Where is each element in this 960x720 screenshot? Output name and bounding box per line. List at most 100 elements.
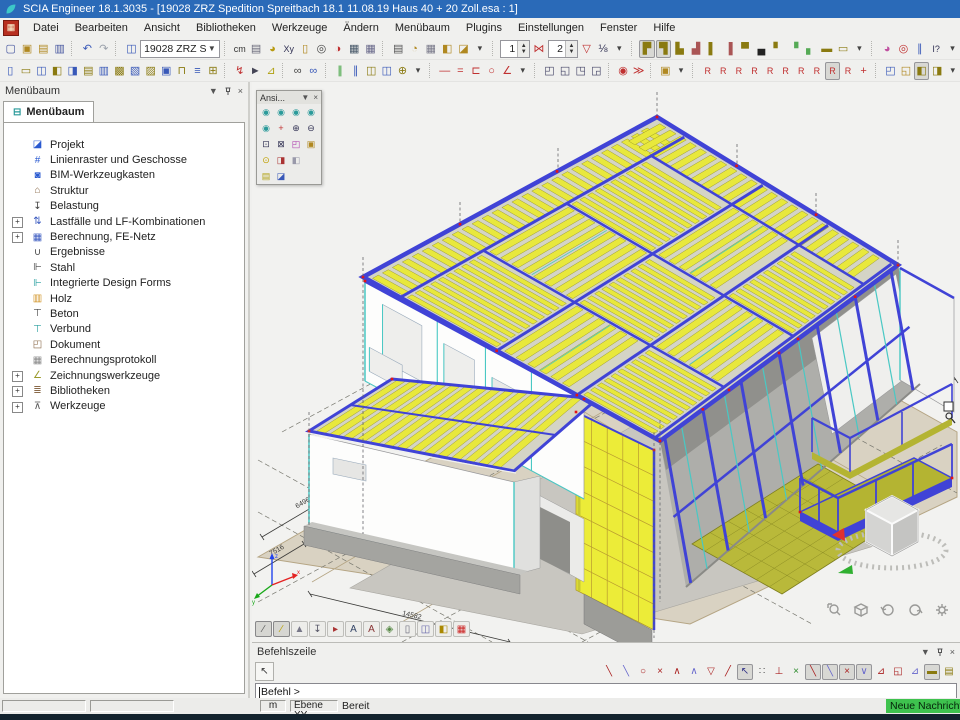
more-arrow-icon[interactable]: ▾ [945, 62, 960, 80]
sidebar-item-linienraster-und-geschosse[interactable]: #Linienraster und Geschosse [4, 152, 244, 167]
snap-quadrant-icon[interactable]: ⊿ [907, 664, 923, 680]
flag-edit-pen-icon[interactable]: ∕ [273, 621, 290, 637]
panel-close-icon[interactable]: × [950, 647, 955, 657]
cursor-snap-icon[interactable]: ↖ [737, 664, 753, 680]
selection-cursor-icon[interactable]: ↖ [255, 662, 274, 681]
zoom-all-icon[interactable]: ⊠ [274, 137, 288, 151]
support-point-icon[interactable]: R [763, 62, 778, 80]
member-bracing-icon[interactable]: ◧ [50, 62, 65, 80]
draw-parallel-icon[interactable]: = [453, 62, 468, 80]
wall-tool-icon[interactable]: ◫ [364, 62, 379, 80]
folder-actions-icon[interactable]: ▣ [658, 62, 673, 80]
view-params-icon[interactable]: ◪ [274, 169, 288, 183]
member-view-flag-10[interactable]: ▝ [786, 40, 801, 58]
member-rafter-icon[interactable]: ◫ [34, 62, 49, 80]
new-file-icon[interactable]: ▢ [3, 40, 18, 58]
calc-input-icon[interactable]: ▬ [924, 664, 940, 680]
nav-orbit-icon[interactable] [880, 602, 896, 618]
more-arrow-icon[interactable]: ▾ [472, 40, 487, 58]
measure-icon[interactable]: ∥ [912, 40, 927, 58]
sidebar-item-verbund[interactable]: ⊤Verbund [4, 322, 244, 337]
open-file-icon[interactable]: ▣ [19, 40, 34, 58]
crosshair-icon[interactable]: + [856, 62, 871, 80]
member-haunch-icon[interactable]: ⊓ [175, 62, 190, 80]
snap-tangent-icon[interactable]: ◱ [890, 664, 906, 680]
snap-delete-icon[interactable]: × [652, 664, 668, 680]
model-3d-view[interactable]: 649675161458299562986zxy [252, 82, 960, 642]
member-grid-icon[interactable]: ⊞ [206, 62, 221, 80]
menu-datei[interactable]: Datei [25, 20, 67, 36]
snap-peak-alt-icon[interactable]: ∧ [686, 664, 702, 680]
member-column-icon[interactable]: ▯ [3, 62, 18, 80]
render-ball-icon[interactable]: ◕ [265, 40, 280, 58]
save-all-icon[interactable]: ▤ [36, 40, 51, 58]
member-beam-icon[interactable]: ▭ [19, 62, 34, 80]
member-view-flag-7[interactable]: ▀ [737, 40, 752, 58]
spinner-arrows[interactable]: ▲▼ [565, 41, 577, 57]
member-layers-icon[interactable]: ≡ [190, 62, 205, 80]
support-tension-icon[interactable]: R [841, 62, 856, 80]
undo-icon[interactable]: ↶ [80, 40, 95, 58]
activity-filter-icon[interactable]: ⋈ [531, 40, 546, 58]
sidebar-item-bibliotheken[interactable]: +≣Bibliotheken [4, 383, 244, 398]
member-panel-icon[interactable]: ▣ [159, 62, 174, 80]
member-view-flag-3[interactable]: ▙ [672, 40, 687, 58]
member-view-flag-11[interactable]: ▖ [803, 40, 818, 58]
draw-line-icon[interactable]: — [437, 62, 452, 80]
activity-red-icon[interactable]: ◑ [330, 40, 345, 58]
column-blue-icon[interactable]: ∥ [348, 62, 363, 80]
support-hinged-icon[interactable]: R [716, 62, 731, 80]
flag-mesh-icon[interactable]: ▦ [453, 621, 470, 637]
menu-bibliotheken[interactable]: Bibliotheken [188, 20, 264, 36]
view-glasses-icon[interactable]: ∞ [290, 62, 305, 80]
save-icon[interactable]: ▥ [52, 40, 67, 58]
more-arrow-icon[interactable]: ▾ [945, 40, 960, 58]
coords-icon[interactable]: Xy [281, 40, 296, 58]
member-view-flag-2[interactable]: ▜ [656, 40, 671, 58]
flag-window-icon[interactable]: ◫ [417, 621, 434, 637]
document-edit-icon[interactable]: ◪ [456, 40, 471, 58]
sidebar-item-berechnung-fe-netz[interactable]: +▦Berechnung, FE-Netz [4, 229, 244, 244]
find-icon[interactable]: ◎ [896, 40, 911, 58]
scale-icon[interactable]: ⅛ [595, 40, 610, 58]
snap-perpendicular-icon[interactable]: ╲ [822, 664, 838, 680]
panel-pin-icon[interactable] [936, 648, 944, 657]
member-shell-icon[interactable]: ▩ [112, 62, 127, 80]
snap-cross-icon[interactable]: × [788, 664, 804, 680]
zoom-selection-icon[interactable]: ◰ [289, 137, 303, 151]
member-view-flag-13[interactable]: ▭ [835, 40, 850, 58]
save-view-icon[interactable]: ◰ [883, 62, 898, 80]
table-input-icon[interactable]: ▤ [941, 664, 957, 680]
zoom-out-icon[interactable]: ⊖ [304, 121, 318, 135]
clip-filter-icon[interactable]: ▽ [579, 40, 594, 58]
tree-expander-icon[interactable]: + [12, 217, 23, 228]
new-message-button[interactable]: Neue Nachricht... [886, 699, 960, 713]
flag-model-pen-icon[interactable]: ∕ [255, 621, 272, 637]
flag-node-labels-icon[interactable]: A [363, 621, 380, 637]
grid-dots-icon[interactable]: ∷ [754, 664, 770, 680]
support-spring-icon[interactable]: R [794, 62, 809, 80]
menu-einstellungen[interactable]: Einstellungen [510, 20, 592, 36]
sidebar-item-belastung[interactable]: ↧Belastung [4, 199, 244, 214]
panel-pin-icon[interactable] [224, 87, 232, 96]
snap-diagonal-icon[interactable]: ╱ [720, 664, 736, 680]
member-view-flag-12[interactable]: ▬ [819, 40, 834, 58]
nav-cube-icon[interactable] [853, 602, 869, 618]
info-icon[interactable]: I? [928, 40, 943, 58]
clip-box-icon[interactable]: ▤ [259, 169, 273, 183]
flag-door-icon[interactable]: ▯ [399, 621, 416, 637]
menu-ansicht[interactable]: Ansicht [136, 20, 188, 36]
sidebar-item-integrierte-design-forms[interactable]: ⊩Integrierte Design Forms [4, 276, 244, 291]
open-view-icon[interactable]: ▣ [304, 137, 318, 151]
ortho-icon[interactable]: ⊥ [771, 664, 787, 680]
wheel-icon[interactable]: ◎ [314, 40, 329, 58]
tree-expander-icon[interactable]: + [12, 232, 23, 243]
sidebar-item-lastf-lle-und-lf-kombinationen[interactable]: +⇅Lastfälle und LF-Kombinationen [4, 214, 244, 229]
redo-icon[interactable]: ↷ [96, 40, 111, 58]
column-green-icon[interactable]: ∥ [333, 62, 348, 80]
tree-expander-icon[interactable]: + [12, 371, 23, 382]
support-rotation-icon[interactable]: R [778, 62, 793, 80]
window-titlebar[interactable]: SCIA Engineer 18.1.3035 - [19028 ZRZ Spe… [0, 0, 960, 18]
sidebar-item-werkzeuge[interactable]: +⊼Werkzeuge [4, 399, 244, 414]
more-arrow-icon[interactable]: ▾ [411, 62, 426, 80]
